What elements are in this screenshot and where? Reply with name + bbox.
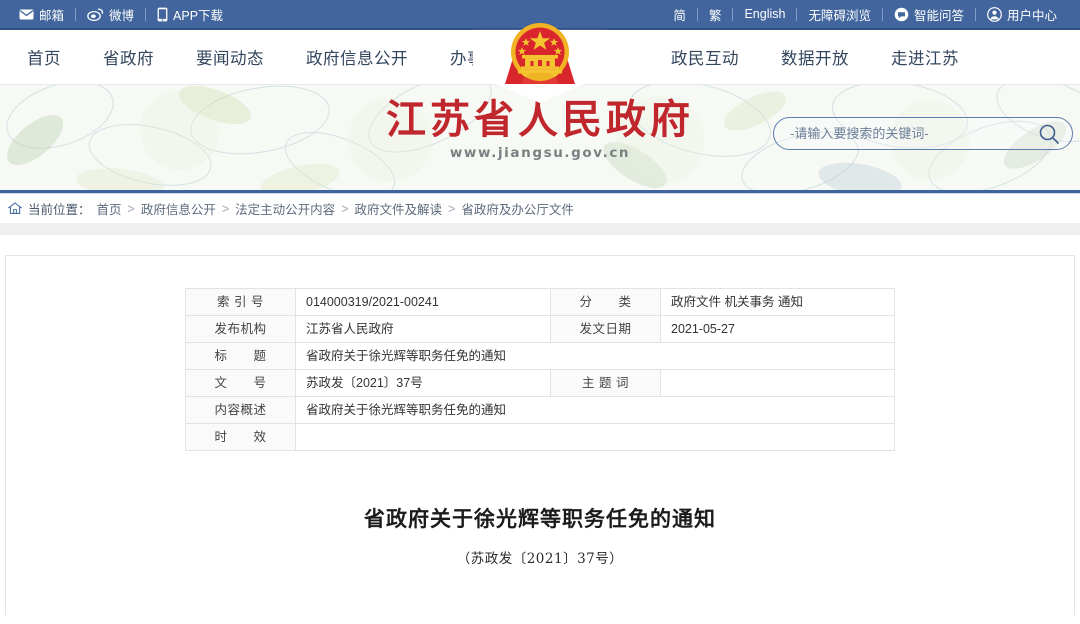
- meta-label-summary: 内容概述: [185, 396, 296, 424]
- document-card: 索 引 号 014000319/2021-00241 分 类 政府文件 机关事务…: [5, 255, 1075, 615]
- page-body: 索 引 号 014000319/2021-00241 分 类 政府文件 机关事务…: [0, 235, 1080, 615]
- nav-right-group: 政民互动 数据开放 走进江苏: [650, 45, 1080, 69]
- topbar-accessibility[interactable]: 无障碍浏览: [797, 5, 882, 24]
- nav-item-interaction[interactable]: 政民互动: [650, 45, 760, 69]
- topbar-left-group: 邮箱 微博 APP下载: [0, 5, 234, 24]
- nav-item-home[interactable]: 首页: [6, 45, 82, 69]
- nav-item-open-data[interactable]: 数据开放: [760, 45, 870, 69]
- topbar-item-label: 无障碍浏览: [808, 8, 871, 23]
- topbar-item-label: 用户中心: [1006, 8, 1057, 23]
- topbar-item-app-download[interactable]: APP下载: [146, 5, 234, 24]
- topbar-item-weibo[interactable]: 微博: [76, 5, 145, 24]
- national-emblem: [495, 14, 585, 92]
- table-row: 内容概述 省政府关于徐光辉等职务任免的通知: [185, 396, 895, 424]
- meta-label-category: 分 类: [550, 288, 661, 316]
- meta-value-publisher: 江苏省人民政府: [295, 315, 551, 343]
- topbar-item-mail[interactable]: 邮箱: [8, 5, 75, 24]
- nav-item-provincial-government[interactable]: 省政府: [82, 45, 175, 69]
- breadcrumb-label: 当前位置：: [28, 203, 91, 217]
- document-metadata-table: 索 引 号 014000319/2021-00241 分 类 政府文件 机关事务…: [185, 288, 895, 451]
- topbar-item-label: 繁: [708, 8, 722, 23]
- meta-label-validity: 时 效: [185, 423, 296, 451]
- meta-label-index: 索 引 号: [185, 288, 296, 316]
- meta-label-doc-number: 文 号: [185, 369, 296, 397]
- mail-icon: [19, 9, 34, 20]
- topbar-item-label: APP下载: [173, 8, 224, 23]
- meta-value-subject-words: [660, 369, 895, 397]
- topbar-item-label: English: [744, 7, 786, 21]
- topbar-item-label: 智能问答: [913, 8, 964, 23]
- meta-value-publish-date: 2021-05-27: [660, 315, 895, 343]
- site-title-block: 江苏省人民政府 www.jiangsu.gov.cn: [380, 96, 700, 162]
- topbar-item-label: 邮箱: [39, 8, 65, 23]
- topbar-lang-english[interactable]: English: [733, 7, 796, 21]
- meta-value-index: 014000319/2021-00241: [295, 288, 551, 316]
- user-icon: [987, 6, 1002, 22]
- breadcrumb-item-0[interactable]: 首页: [94, 199, 125, 218]
- meta-label-subject-words: 主 题 词: [550, 369, 661, 397]
- breadcrumb-item-3[interactable]: 政府文件及解读: [352, 199, 446, 218]
- meta-label-publish-date: 发文日期: [550, 315, 661, 343]
- weibo-icon: [87, 8, 104, 21]
- meta-value-doc-number: 苏政发〔2021〕37号: [295, 369, 551, 397]
- home-icon[interactable]: [7, 202, 23, 215]
- topbar-lang-traditional[interactable]: 繁: [698, 5, 733, 24]
- site-title-cn: 江苏省人民政府: [386, 96, 694, 143]
- breadcrumb-item-4[interactable]: 省政府及办公厅文件: [458, 199, 577, 218]
- topbar-right-group: 简 繁 English 无障碍浏览 智能问答 用户中心: [662, 5, 1080, 24]
- table-row: 发布机构 江苏省人民政府 发文日期 2021-05-27: [185, 315, 895, 343]
- meta-label-publisher: 发布机构: [185, 315, 296, 343]
- meta-value-validity: [295, 423, 895, 451]
- meta-value-category: 政府文件 机关事务 通知: [660, 288, 895, 316]
- topbar-lang-simplified[interactable]: 简: [662, 5, 697, 24]
- table-row: 索 引 号 014000319/2021-00241 分 类 政府文件 机关事务…: [185, 288, 895, 316]
- table-row: 标 题 省政府关于徐光辉等职务任免的通知: [185, 342, 895, 370]
- nav-item-news[interactable]: 要闻动态: [175, 45, 285, 69]
- document-subtitle: （苏政发〔2021〕37号）: [456, 551, 624, 567]
- table-row: 时 效: [185, 423, 895, 451]
- phone-icon: [157, 7, 168, 22]
- search-box[interactable]: [773, 117, 1073, 150]
- nav-item-government-info-disclosure[interactable]: 政府信息公开: [285, 45, 429, 69]
- table-row: 文 号 苏政发〔2021〕37号 主 题 词: [185, 369, 895, 397]
- breadcrumb-item-1[interactable]: 政府信息公开: [138, 199, 219, 218]
- meta-value-title: 省政府关于徐光辉等职务任免的通知: [295, 342, 895, 370]
- breadcrumb-separator: >: [127, 201, 135, 216]
- breadcrumb-item-2[interactable]: 法定主动公开内容: [232, 199, 338, 218]
- document-title: 省政府关于徐光辉等职务任免的通知: [364, 506, 716, 531]
- breadcrumb: 当前位置： 首页 > 政府信息公开 > 法定主动公开内容 > 政府文件及解读 >…: [0, 193, 1080, 223]
- topbar-item-label: 简: [673, 8, 686, 23]
- meta-value-summary: 省政府关于徐光辉等职务任免的通知: [295, 396, 895, 424]
- search-icon[interactable]: [1038, 123, 1060, 145]
- breadcrumb-separator: >: [341, 201, 349, 216]
- topbar-smart-qa[interactable]: 智能问答: [883, 5, 975, 24]
- topbar-item-label: 微博: [109, 8, 135, 23]
- chat-icon: [894, 7, 909, 22]
- breadcrumb-separator: >: [448, 201, 456, 216]
- meta-label-title: 标 题: [185, 342, 296, 370]
- nav-left-group: 首页 省政府 要闻动态 政府信息公开 办事服务: [0, 45, 539, 69]
- topbar-user-center[interactable]: 用户中心: [976, 5, 1068, 24]
- section-divider: [0, 223, 1080, 235]
- site-url: www.jiangsu.gov.cn: [449, 145, 631, 161]
- search-input[interactable]: [790, 126, 1038, 141]
- breadcrumb-separator: >: [221, 201, 230, 216]
- nav-item-about-jiangsu[interactable]: 走进江苏: [870, 45, 980, 69]
